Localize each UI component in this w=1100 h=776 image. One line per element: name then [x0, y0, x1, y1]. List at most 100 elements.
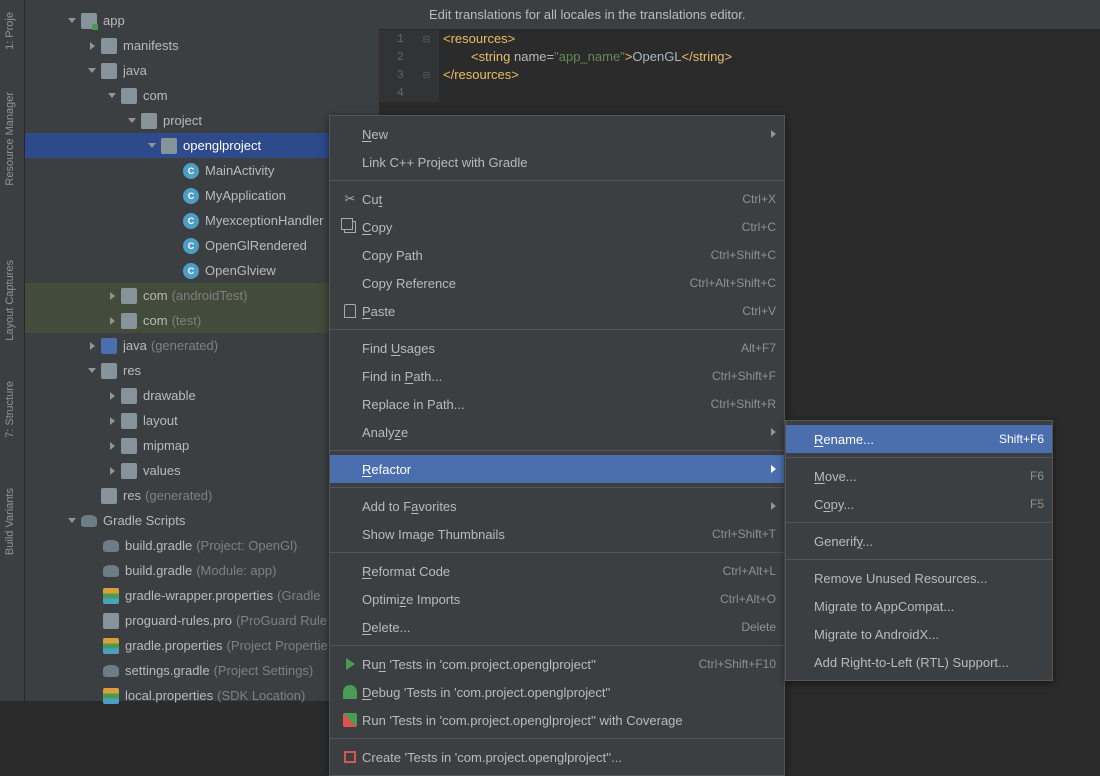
tree-gradle-wrapper[interactable]: gradle-wrapper.properties(Gradle: [25, 583, 379, 608]
left-tool-rail: 1: Proje Resource Manager Layout Capture…: [0, 0, 25, 701]
tree-openglview[interactable]: OpenGlview: [25, 258, 379, 283]
expand-icon[interactable]: [67, 516, 77, 526]
tree-com[interactable]: com: [25, 83, 379, 108]
menu-optimize-imports[interactable]: Optimize ImportsCtrl+Alt+O: [330, 585, 784, 613]
code-text[interactable]: <resources> <string name="app_name">Open…: [439, 30, 732, 102]
expand-icon[interactable]: [107, 466, 117, 476]
tree-build-gradle-module[interactable]: build.gradle(Module: app): [25, 558, 379, 583]
tree-build-gradle-project[interactable]: build.gradle(Project: OpenGl): [25, 533, 379, 558]
menu-replace-in-path[interactable]: Replace in Path...Ctrl+Shift+R: [330, 390, 784, 418]
tree-res[interactable]: res: [25, 358, 379, 383]
create-icon: [344, 751, 356, 763]
copy-icon: [344, 221, 356, 233]
gradle-icon: [103, 538, 119, 554]
tree-openglrendered[interactable]: OpenGlRendered: [25, 233, 379, 258]
submenu-rtl-support[interactable]: Add Right-to-Left (RTL) Support...: [786, 648, 1052, 676]
expand-icon[interactable]: [127, 116, 137, 126]
submenu-migrate-androidx[interactable]: Migrate to AndroidX...: [786, 620, 1052, 648]
tree-values[interactable]: values: [25, 458, 379, 483]
layout-captures-rail-tab[interactable]: Layout Captures: [0, 250, 20, 351]
tree-com-test[interactable]: com(test): [25, 308, 379, 333]
expand-icon[interactable]: [87, 41, 97, 51]
tree-res-generated[interactable]: res(generated): [25, 483, 379, 508]
tree-myapplication[interactable]: MyApplication: [25, 183, 379, 208]
tree-gradle-properties[interactable]: gradle.properties(Project Propertie: [25, 633, 379, 658]
tree-manifests[interactable]: manifests: [25, 33, 379, 58]
expand-icon[interactable]: [107, 391, 117, 401]
tree-mipmap[interactable]: mipmap: [25, 433, 379, 458]
build-variants-rail-tab[interactable]: Build Variants: [0, 478, 20, 565]
menu-new[interactable]: New: [330, 120, 784, 148]
menu-analyze[interactable]: Analyze: [330, 418, 784, 446]
paste-icon: [344, 304, 356, 318]
folder-icon: [141, 113, 157, 129]
menu-debug-tests[interactable]: Debug 'Tests in 'com.project.openglproje…: [330, 678, 784, 706]
submenu-migrate-appcompat[interactable]: Migrate to AppCompat...: [786, 592, 1052, 620]
tree-gradle-scripts[interactable]: Gradle Scripts: [25, 508, 379, 533]
class-icon: [183, 163, 199, 179]
tree-layout[interactable]: layout: [25, 408, 379, 433]
menu-copy-path[interactable]: Copy PathCtrl+Shift+C: [330, 241, 784, 269]
expand-icon[interactable]: [107, 441, 117, 451]
menu-delete[interactable]: Delete...Delete: [330, 613, 784, 641]
submenu-move[interactable]: Move...F6: [786, 462, 1052, 490]
tree-com-androidtest[interactable]: com(androidTest): [25, 283, 379, 308]
submenu-arrow-icon: [771, 130, 776, 138]
menu-cut[interactable]: ✂CutCtrl+X: [330, 185, 784, 213]
tree-java[interactable]: java: [25, 58, 379, 83]
expand-icon[interactable]: [87, 66, 97, 76]
project-rail-tab[interactable]: 1: Proje: [0, 2, 20, 60]
expand-icon[interactable]: [87, 366, 97, 376]
menu-show-thumbnails[interactable]: Show Image ThumbnailsCtrl+Shift+T: [330, 520, 784, 548]
expand-icon[interactable]: [107, 91, 117, 101]
tree-java-generated[interactable]: java(generated): [25, 333, 379, 358]
menu-link-cpp[interactable]: Link C++ Project with Gradle: [330, 148, 784, 176]
expand-icon[interactable]: [107, 416, 117, 426]
menu-find-usages[interactable]: Find UsagesAlt+F7: [330, 334, 784, 362]
submenu-copy[interactable]: Copy...F5: [786, 490, 1052, 518]
submenu-generify[interactable]: Generify...: [786, 527, 1052, 555]
submenu-rename[interactable]: Rename...Shift+F6: [786, 425, 1052, 453]
menu-paste[interactable]: PasteCtrl+V: [330, 297, 784, 325]
coverage-icon: [343, 713, 357, 727]
tree-app-module[interactable]: app: [25, 8, 379, 33]
expand-icon[interactable]: [67, 16, 77, 26]
submenu-remove-unused[interactable]: Remove Unused Resources...: [786, 564, 1052, 592]
menu-add-favorites[interactable]: Add to Favorites: [330, 492, 784, 520]
fold-marker-icon[interactable]: ⊟: [414, 30, 439, 48]
tree-openglproject[interactable]: openglproject: [25, 133, 379, 158]
submenu-arrow-icon: [771, 428, 776, 436]
properties-icon: [103, 638, 119, 654]
menu-refactor[interactable]: Refactor: [330, 455, 784, 483]
menu-create-tests[interactable]: Create 'Tests in 'com.project.openglproj…: [330, 743, 784, 771]
translations-hint-bar[interactable]: Edit translations for all locales in the…: [379, 0, 1100, 30]
expand-icon[interactable]: [107, 291, 117, 301]
scissors-icon: ✂: [345, 191, 356, 207]
fold-end-icon[interactable]: ⊟: [414, 66, 439, 84]
tree-proguard[interactable]: proguard-rules.pro(ProGuard Rule: [25, 608, 379, 633]
tree-myexceptionhandler[interactable]: MyexceptionHandler: [25, 208, 379, 233]
class-icon: [183, 238, 199, 254]
expand-icon[interactable]: [147, 141, 157, 151]
menu-copy[interactable]: CopyCtrl+C: [330, 213, 784, 241]
resource-manager-rail-tab[interactable]: Resource Manager: [0, 82, 20, 196]
menu-run-coverage[interactable]: Run 'Tests in 'com.project.openglproject…: [330, 706, 784, 734]
expand-icon[interactable]: [107, 316, 117, 326]
tree-settings-gradle[interactable]: settings.gradle(Project Settings): [25, 658, 379, 683]
menu-run-tests[interactable]: Run 'Tests in 'com.project.openglproject…: [330, 650, 784, 678]
menu-separator: [330, 180, 784, 181]
tree-drawable[interactable]: drawable: [25, 383, 379, 408]
debug-icon: [343, 685, 357, 699]
folder-icon: [121, 288, 137, 304]
class-icon: [183, 213, 199, 229]
menu-reformat[interactable]: Reformat CodeCtrl+Alt+L: [330, 557, 784, 585]
folder-icon: [101, 38, 117, 54]
tree-project[interactable]: project: [25, 108, 379, 133]
tree-mainactivity[interactable]: MainActivity: [25, 158, 379, 183]
folder-icon: [121, 438, 137, 454]
structure-rail-tab[interactable]: 7: Structure: [0, 371, 20, 448]
expand-icon[interactable]: [87, 341, 97, 351]
tree-local-properties[interactable]: local.properties(SDK Location): [25, 683, 379, 708]
menu-find-in-path[interactable]: Find in Path...Ctrl+Shift+F: [330, 362, 784, 390]
menu-copy-reference[interactable]: Copy ReferenceCtrl+Alt+Shift+C: [330, 269, 784, 297]
